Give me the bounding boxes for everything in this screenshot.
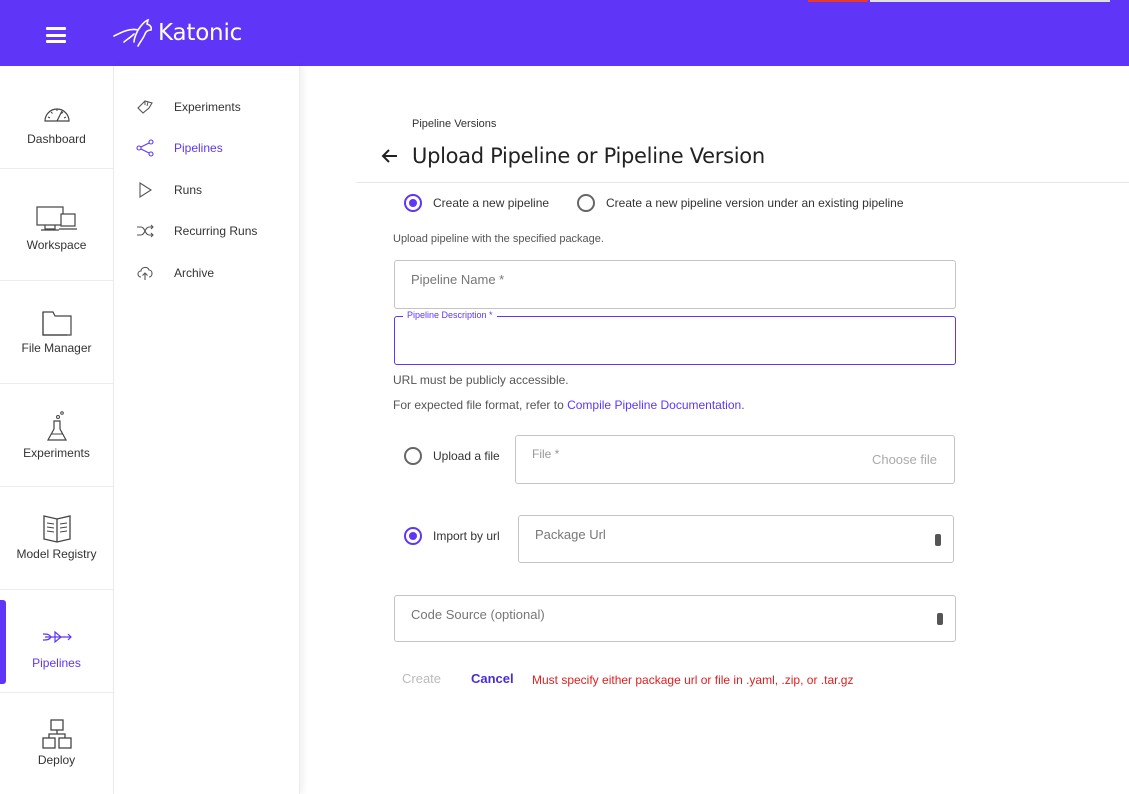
upload-hint: Upload pipeline with the specified packa… bbox=[393, 233, 604, 245]
radio-button[interactable] bbox=[404, 447, 422, 465]
nav-label: Workspace bbox=[26, 238, 87, 252]
format-note-suffix: . bbox=[741, 398, 745, 412]
radio-button[interactable] bbox=[404, 527, 422, 545]
choose-file-button[interactable]: Choose file bbox=[872, 452, 937, 467]
radio-button[interactable] bbox=[404, 194, 422, 212]
subnav-label: Recurring Runs bbox=[174, 224, 258, 238]
active-nav-indicator bbox=[0, 600, 6, 684]
nav-label: Experiments bbox=[23, 446, 90, 460]
nav-item-experiments[interactable]: Experiments bbox=[0, 384, 113, 487]
subnav-item-pipelines[interactable]: Pipelines bbox=[134, 136, 223, 160]
field-placeholder: Pipeline Name * bbox=[411, 272, 505, 287]
subnav-item-archive[interactable]: Archive bbox=[134, 261, 214, 285]
share-nodes-icon bbox=[134, 138, 156, 158]
cloud-upload-icon bbox=[134, 263, 156, 283]
nav-item-pipelines[interactable]: Pipelines bbox=[0, 590, 113, 693]
nav-item-model-registry[interactable]: Model Registry bbox=[0, 487, 113, 590]
subnav-label: Pipelines bbox=[174, 141, 223, 155]
monitor-icon bbox=[35, 204, 79, 234]
kangaroo-logo-icon bbox=[113, 18, 153, 47]
top-app-bar: Katonic bbox=[0, 0, 1129, 66]
pipeline-icon bbox=[41, 622, 73, 652]
subnav-item-recurring-runs[interactable]: Recurring Runs bbox=[134, 219, 257, 243]
nav-label: Deploy bbox=[37, 753, 76, 767]
nav-label: Dashboard bbox=[27, 132, 86, 146]
nav-item-workspace[interactable]: Workspace bbox=[0, 178, 113, 281]
play-icon bbox=[134, 180, 156, 200]
radio-label: Create a new pipeline version under an e… bbox=[606, 196, 904, 210]
brand-logo[interactable]: Katonic bbox=[112, 17, 242, 49]
create-button[interactable]: Create bbox=[402, 671, 441, 686]
gauge-icon bbox=[42, 98, 72, 128]
subnav-label: Experiments bbox=[174, 100, 241, 114]
radio-upload-file[interactable]: Upload a file bbox=[404, 447, 500, 465]
folder-icon bbox=[40, 307, 74, 337]
header-divider bbox=[356, 182, 1129, 183]
subnav-label: Archive bbox=[174, 266, 215, 280]
package-url-field[interactable]: Package Url bbox=[518, 515, 954, 563]
nav-label: Model Registry bbox=[16, 547, 97, 561]
experiments-icon bbox=[134, 97, 156, 117]
file-field[interactable]: File * Choose file bbox=[515, 435, 955, 484]
textarea-resize-handle[interactable] bbox=[937, 613, 943, 625]
radio-import-by-url[interactable]: Import by url bbox=[404, 527, 500, 545]
secondary-sidebar: Experiments Pipelines Runs Recurring Run… bbox=[114, 66, 300, 794]
radio-label: Create a new pipeline bbox=[433, 196, 550, 210]
format-note-prefix: For expected file format, refer to bbox=[393, 398, 564, 412]
code-source-field[interactable]: Code Source (optional) bbox=[394, 595, 956, 642]
main-content: Pipeline Versions Upload Pipeline or Pip… bbox=[300, 66, 1129, 794]
url-note: URL must be publicly accessible. bbox=[393, 373, 569, 387]
pipeline-name-field[interactable]: Pipeline Name * bbox=[394, 260, 956, 309]
radio-label: Import by url bbox=[433, 529, 500, 543]
textarea-resize-handle[interactable] bbox=[935, 534, 941, 546]
primary-sidebar: Dashboard Workspace File Manager Experim… bbox=[0, 66, 114, 794]
subnav-label: Runs bbox=[174, 183, 203, 197]
nav-item-deploy[interactable]: Deploy bbox=[0, 693, 113, 794]
menu-icon[interactable] bbox=[46, 27, 66, 43]
shuffle-icon bbox=[134, 221, 156, 241]
subnav-item-runs[interactable]: Runs bbox=[134, 178, 202, 202]
radio-button[interactable] bbox=[577, 194, 595, 212]
compile-docs-link[interactable]: Compile Pipeline Documentation bbox=[567, 398, 741, 412]
field-floating-label: Pipeline Description * bbox=[403, 310, 497, 320]
pipeline-description-field[interactable]: Pipeline Description * bbox=[394, 310, 956, 365]
format-note: For expected file format, refer to Compi… bbox=[393, 398, 745, 412]
radio-create-pipeline-version[interactable]: Create a new pipeline version under an e… bbox=[577, 194, 904, 212]
breadcrumb[interactable]: Pipeline Versions bbox=[412, 118, 496, 130]
validation-error: Must specify either package url or file … bbox=[532, 673, 854, 687]
page-title: Upload Pipeline or Pipeline Version bbox=[412, 144, 765, 168]
field-placeholder: File * bbox=[532, 447, 560, 461]
subnav-item-experiments[interactable]: Experiments bbox=[134, 95, 241, 119]
hierarchy-icon bbox=[41, 719, 73, 749]
nav-label: Pipelines bbox=[32, 656, 81, 670]
brand-name: Katonic bbox=[158, 20, 243, 46]
back-arrow-icon[interactable] bbox=[380, 146, 400, 166]
field-placeholder: Code Source (optional) bbox=[411, 607, 545, 622]
nav-label: File Manager bbox=[21, 341, 92, 355]
top-search-edge bbox=[870, 0, 1110, 2]
nav-item-dashboard[interactable]: Dashboard bbox=[0, 66, 113, 169]
nav-item-file-manager[interactable]: File Manager bbox=[0, 281, 113, 384]
top-accent-strip bbox=[808, 0, 868, 2]
radio-label: Upload a file bbox=[433, 449, 500, 463]
flask-icon bbox=[45, 411, 69, 442]
book-icon bbox=[41, 513, 73, 543]
radio-create-new-pipeline[interactable]: Create a new pipeline bbox=[404, 194, 549, 212]
cancel-button[interactable]: Cancel bbox=[471, 671, 514, 686]
field-placeholder: Package Url bbox=[535, 527, 606, 542]
